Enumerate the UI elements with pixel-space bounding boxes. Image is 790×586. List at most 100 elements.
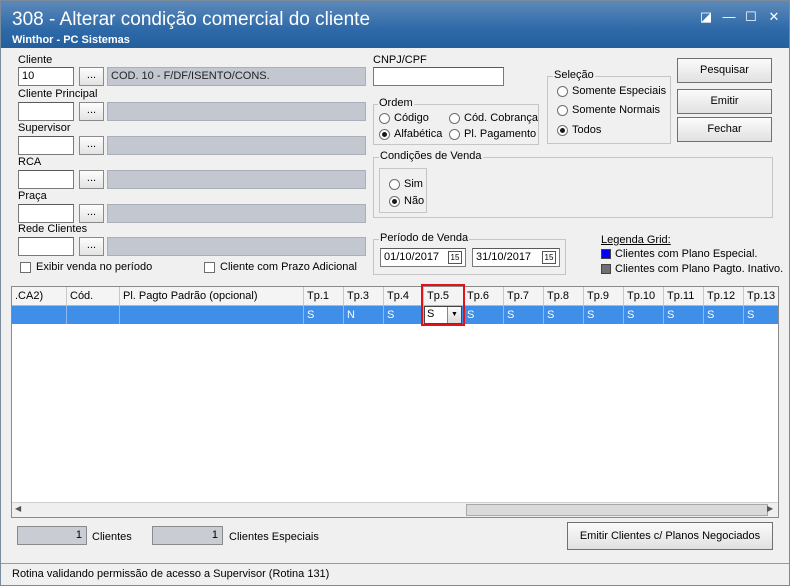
grid-header: .CA2) Cód. Pl. Pagto Padrão (opcional) T…: [12, 287, 778, 306]
minimize-icon[interactable]: —: [721, 9, 737, 25]
cell-tp11[interactable]: S: [664, 306, 704, 324]
cliente-browse-button[interactable]: ...: [79, 67, 104, 86]
header-tp1[interactable]: Tp.1: [304, 287, 344, 306]
condicoes-nao-label: Não: [404, 195, 425, 207]
cell-tp3[interactable]: N: [344, 306, 384, 324]
ordem-codigo-radio[interactable]: [379, 113, 390, 124]
ordem-cod-cobranca-radio[interactable]: [449, 113, 460, 124]
cell-tp12[interactable]: S: [704, 306, 744, 324]
rede-clientes-browse-button[interactable]: ...: [79, 237, 104, 256]
cell-tp8[interactable]: S: [544, 306, 584, 324]
ordem-alfabetica-radio[interactable]: [379, 129, 390, 140]
cliente-description-field: COD. 10 - F/DF/ISENTO/CONS.: [107, 67, 366, 86]
restore-icon[interactable]: ◪: [698, 9, 714, 25]
exibir-venda-label: Exibir venda no período: [36, 261, 153, 273]
rca-input[interactable]: [18, 170, 74, 189]
periodo-title: Período de Venda: [379, 232, 470, 244]
window-subtitle: Winthor - PC Sistemas: [12, 34, 130, 46]
prazo-adicional-label: Cliente com Prazo Adicional: [220, 261, 357, 273]
cell-cod[interactable]: [67, 306, 120, 324]
condicoes-nao-radio[interactable]: [389, 196, 400, 207]
cell-tp9[interactable]: S: [584, 306, 624, 324]
clientes-count: 1: [17, 526, 87, 545]
legenda-inativo-label: Clientes com Plano Pagto. Inativo.: [615, 263, 784, 275]
header-tp7[interactable]: Tp.7: [504, 287, 544, 306]
emitir-planos-button[interactable]: Emitir Clientes c/ Planos Negociados: [567, 522, 773, 550]
praca-input[interactable]: [18, 204, 74, 223]
supervisor-label: Supervisor: [18, 122, 71, 134]
supervisor-input[interactable]: [18, 136, 74, 155]
cliente-principal-input[interactable]: [18, 102, 74, 121]
scroll-left-icon[interactable]: ◀: [15, 504, 21, 513]
exibir-venda-checkbox[interactable]: [20, 262, 31, 273]
selecao-normais-radio[interactable]: [557, 105, 568, 116]
header-tp3[interactable]: Tp.3: [344, 287, 384, 306]
scrollbar-thumb[interactable]: [466, 504, 768, 516]
table-row[interactable]: S N S S S S S S S S S: [12, 306, 778, 324]
header-tp10[interactable]: Tp.10: [624, 287, 664, 306]
legenda-especial-label: Clientes com Plano Especial.: [615, 248, 758, 260]
main-window: 308 - Alterar condição comercial do clie…: [0, 0, 790, 586]
header-plano[interactable]: Pl. Pagto Padrão (opcional): [120, 287, 304, 306]
cell-tp1[interactable]: S: [304, 306, 344, 324]
cell-tp6[interactable]: S: [464, 306, 504, 324]
cliente-principal-description-field: [107, 102, 366, 121]
cliente-principal-browse-button[interactable]: ...: [79, 102, 104, 121]
header-tp6[interactable]: Tp.6: [464, 287, 504, 306]
legenda-inativo-swatch: [601, 264, 611, 274]
ordem-alfabetica-label: Alfabética: [394, 128, 443, 140]
ordem-title: Ordem: [378, 97, 414, 109]
ordem-pl-pagamento-radio[interactable]: [449, 129, 460, 140]
selecao-especiais-radio[interactable]: [557, 86, 568, 97]
status-bar: Rotina validando permissão de acesso a S…: [1, 563, 789, 585]
rca-description-field: [107, 170, 366, 189]
tp5-highlight-box: [421, 284, 465, 326]
header-cod[interactable]: Cód.: [67, 287, 120, 306]
rede-clientes-input[interactable]: [18, 237, 74, 256]
supervisor-description-field: [107, 136, 366, 155]
clientes-grid[interactable]: .CA2) Cód. Pl. Pagto Padrão (opcional) T…: [11, 286, 779, 518]
cliente-code-input[interactable]: 10: [18, 67, 74, 86]
horizontal-scrollbar[interactable]: ◀ ▶: [12, 502, 778, 517]
header-tp12[interactable]: Tp.12: [704, 287, 744, 306]
condicoes-group: Condições de Venda: [373, 150, 773, 218]
status-text: Rotina validando permissão de acesso a S…: [12, 568, 330, 580]
periodo-end-calendar-icon[interactable]: 15: [542, 251, 556, 264]
header-ca2[interactable]: .CA2): [12, 287, 67, 306]
prazo-adicional-checkbox[interactable]: [204, 262, 215, 273]
scroll-right-icon[interactable]: ▶: [767, 504, 773, 513]
pesquisar-button[interactable]: Pesquisar: [677, 58, 772, 83]
rca-browse-button[interactable]: ...: [79, 170, 104, 189]
cnpj-label: CNPJ/CPF: [373, 54, 427, 66]
supervisor-browse-button[interactable]: ...: [79, 136, 104, 155]
legenda-especial-swatch: [601, 249, 611, 259]
selecao-especiais-label: Somente Especiais: [572, 85, 667, 97]
emitir-button[interactable]: Emitir: [677, 89, 772, 114]
window-title: 308 - Alterar condição comercial do clie…: [12, 9, 371, 30]
ordem-pl-pagamento-label: Pl. Pagamento: [464, 128, 537, 140]
cell-tp10[interactable]: S: [624, 306, 664, 324]
selecao-todos-radio[interactable]: [557, 125, 568, 136]
title-bar: 308 - Alterar condição comercial do clie…: [1, 1, 789, 48]
close-icon[interactable]: ✕: [766, 9, 782, 25]
header-tp4[interactable]: Tp.4: [384, 287, 424, 306]
header-tp9[interactable]: Tp.9: [584, 287, 624, 306]
praca-browse-button[interactable]: ...: [79, 204, 104, 223]
cliente-principal-label: Cliente Principal: [18, 88, 98, 100]
header-tp11[interactable]: Tp.11: [664, 287, 704, 306]
cell-tp4[interactable]: S: [384, 306, 424, 324]
cell-tp7[interactable]: S: [504, 306, 544, 324]
periodo-start-calendar-icon[interactable]: 15: [448, 251, 462, 264]
fechar-button[interactable]: Fechar: [677, 117, 772, 142]
header-tp13[interactable]: Tp.13: [744, 287, 778, 306]
maximize-icon[interactable]: ☐: [743, 9, 759, 25]
condicoes-title: Condições de Venda: [379, 150, 483, 162]
rca-label: RCA: [18, 156, 42, 168]
condicoes-sim-radio[interactable]: [389, 179, 400, 190]
cell-tp13[interactable]: S: [744, 306, 778, 324]
header-tp8[interactable]: Tp.8: [544, 287, 584, 306]
cell-plano[interactable]: [120, 306, 304, 324]
cnpj-input[interactable]: [373, 67, 504, 86]
cell-ca2[interactable]: [12, 306, 67, 324]
condicoes-sim-label: Sim: [404, 178, 423, 190]
